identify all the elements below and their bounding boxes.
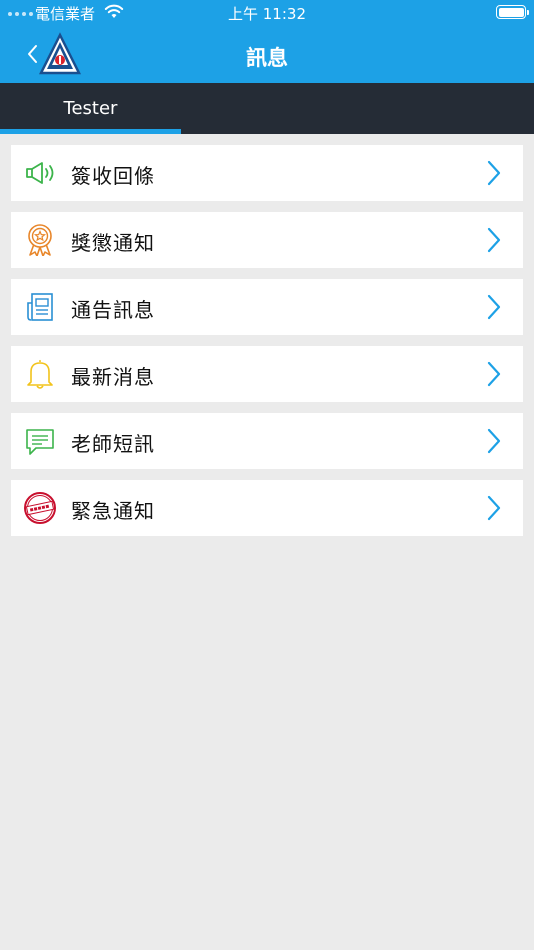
award-ribbon-icon (28, 224, 52, 256)
chevron-right-icon (487, 428, 501, 454)
newspaper-icon (27, 293, 53, 321)
status-bar: 電信業者 上午 11:32 (0, 0, 534, 26)
chat-bubble-icon (26, 429, 54, 455)
list-item-label: 緊急通知 (71, 499, 155, 523)
list-item-label: 最新消息 (71, 365, 155, 389)
list-item-label: 簽收回條 (71, 164, 155, 188)
tab-bar: Tester (0, 83, 534, 134)
chevron-right-icon (487, 361, 501, 387)
list-item-latest-news[interactable]: 最新消息 (11, 346, 523, 402)
list-item-rewards-notice[interactable]: 獎懲通知 (11, 212, 523, 268)
tab-tester[interactable]: Tester (0, 83, 181, 134)
list-item-circular-notice[interactable]: 通告訊息 (11, 279, 523, 335)
status-time: 上午 11:32 (228, 5, 306, 23)
bell-icon (27, 359, 53, 389)
list-item-label: 老師短訊 (71, 432, 155, 456)
megaphone-icon (26, 162, 54, 184)
tab-label: Tester (63, 98, 118, 119)
chevron-right-icon (487, 294, 501, 320)
chevron-right-icon (487, 160, 501, 186)
list-item-urgent-notice[interactable]: 緊急通知 (11, 480, 523, 536)
chevron-right-icon (487, 495, 501, 521)
page-title: 訊息 (246, 46, 288, 70)
list-item-label: 通告訊息 (71, 298, 155, 322)
list-item-label: 獎懲通知 (71, 231, 155, 255)
app-header: 電信業者 上午 11:32 訊息 (0, 0, 534, 83)
list-item-teacher-sms[interactable]: 老師短訊 (11, 413, 523, 469)
battery-icon (496, 5, 529, 19)
chevron-right-icon (487, 227, 501, 253)
list-item-sign-receipt[interactable]: 簽收回條 (11, 145, 523, 201)
urgent-stamp-icon (24, 492, 56, 524)
tab-selected-indicator (0, 129, 181, 134)
